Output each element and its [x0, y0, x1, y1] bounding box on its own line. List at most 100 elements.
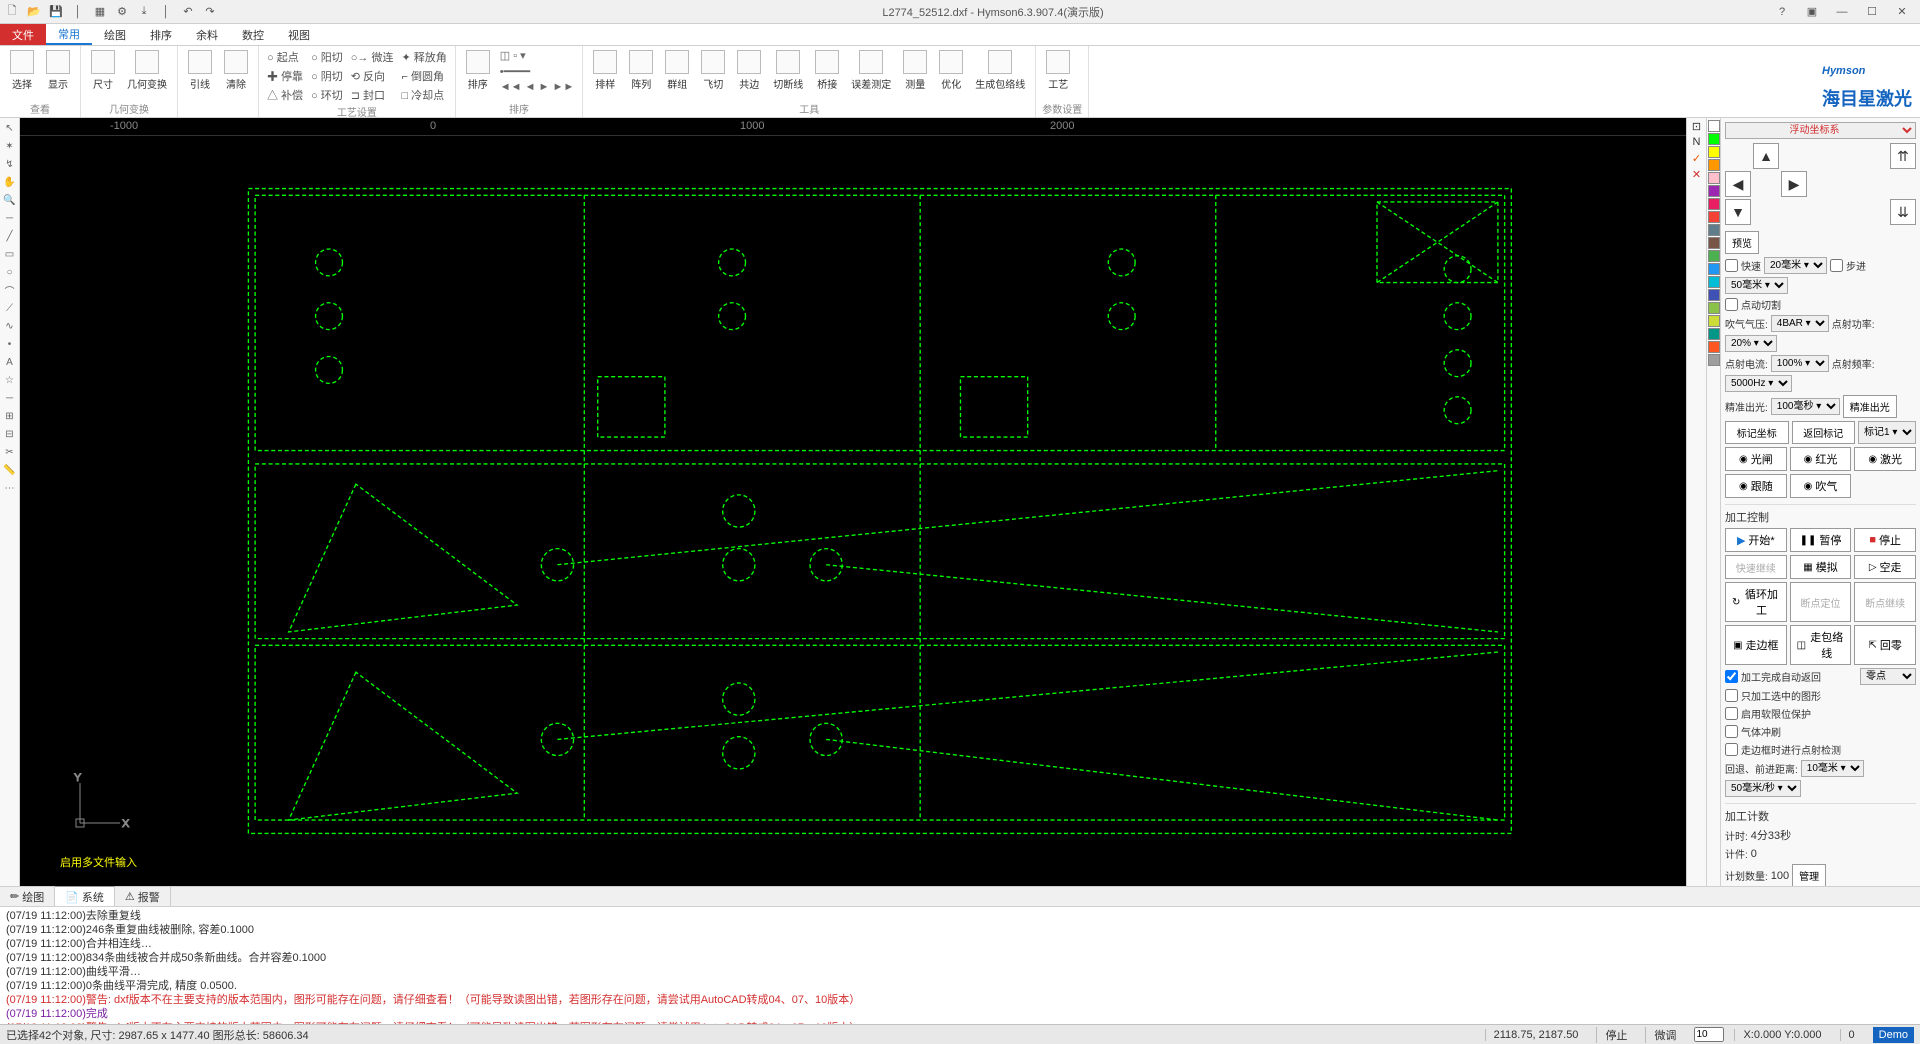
size-button[interactable]: 尺寸 [87, 48, 119, 93]
stop-button[interactable]: ✚ 停靠 [265, 67, 305, 85]
canvas[interactable]: YX 启用多文件输入 [20, 136, 1686, 886]
array-button[interactable]: 阵列 [625, 48, 657, 93]
layer-swatch-12[interactable] [1708, 276, 1720, 288]
new-icon[interactable]: 🗋 [4, 4, 20, 20]
tab-file[interactable]: 文件 [0, 24, 46, 45]
retreat-speed-select[interactable]: 50毫米/秒 ▾ [1725, 780, 1801, 797]
loop-button[interactable]: ↻ 循环加工 [1725, 582, 1787, 622]
redlight-button[interactable]: ◉ 红光 [1790, 447, 1852, 471]
simulate-button[interactable]: ▦ 模拟 [1790, 555, 1852, 579]
tab-common[interactable]: 常用 [46, 24, 92, 45]
coord-system-select[interactable]: 浮动坐标系 [1725, 122, 1916, 139]
layer-swatch-9[interactable] [1708, 237, 1720, 249]
cancel-icon[interactable]: ✕ [1690, 168, 1704, 182]
fly-button[interactable]: 飞切 [697, 48, 729, 93]
layer-swatch-16[interactable] [1708, 328, 1720, 340]
btab-alarm[interactable]: ⚠ 报警 [115, 887, 171, 907]
precemit-select[interactable]: 100毫秒 ▾ [1771, 398, 1840, 415]
start-button[interactable]: ▶ 开始* [1725, 528, 1787, 552]
pan-tool[interactable]: ✋ [2, 174, 18, 190]
bridge-button[interactable]: 桥接 [811, 48, 843, 93]
ungroup-tool[interactable]: ⊟ [2, 426, 18, 442]
layer-swatch-6[interactable] [1708, 198, 1720, 210]
dotfreq-select[interactable]: 5000Hz ▾ [1725, 375, 1792, 392]
measure-button[interactable]: 误差测定 [847, 48, 895, 93]
node-tool[interactable]: ✶ [2, 138, 18, 154]
seal-button[interactable]: ⊐ 封口 [349, 86, 396, 104]
fastcont-button[interactable]: 快速继续 [1725, 555, 1787, 579]
transform-button[interactable]: 几何变换 [123, 48, 171, 93]
layer-swatch-14[interactable] [1708, 302, 1720, 314]
slice-button[interactable]: 切断线 [769, 48, 807, 93]
ringcut-button[interactable]: ○ 环切 [309, 86, 345, 104]
softlimit-check[interactable] [1725, 707, 1738, 720]
wizard-icon[interactable]: ⚙ [114, 4, 130, 20]
text-tool[interactable]: A [2, 354, 18, 370]
jog-down-button[interactable]: ▼ [1725, 199, 1751, 225]
tab-cnc[interactable]: 数控 [230, 24, 276, 45]
fast-check[interactable] [1725, 259, 1738, 272]
sort-button[interactable]: 排序 [462, 48, 494, 93]
open-icon[interactable]: 📂 [26, 4, 42, 20]
layer-swatch-8[interactable] [1708, 224, 1720, 236]
check-icon[interactable]: ✓ [1690, 152, 1704, 166]
minimize-icon[interactable]: — [1828, 2, 1856, 22]
snap-icon[interactable]: ⊡ [1690, 120, 1704, 134]
order-tool[interactable]: ↯ [2, 156, 18, 172]
microjoint-button[interactable]: ○→ 微连 [349, 48, 396, 66]
jog-left-button[interactable]: ◀ [1725, 171, 1751, 197]
jog-right-button[interactable]: ▶ [1781, 171, 1807, 197]
autoback-check[interactable] [1725, 670, 1738, 683]
layer-swatch-5[interactable] [1708, 185, 1720, 197]
precemit-button[interactable]: 精准出光 [1843, 395, 1897, 418]
step-select[interactable]: 50毫米 ▾ [1725, 277, 1788, 294]
group-tool[interactable]: ⊞ [2, 408, 18, 424]
follow-button[interactable]: ◉ 跟随 [1725, 474, 1787, 498]
stop-button[interactable]: ■ 停止 [1854, 528, 1916, 552]
log-pane[interactable]: (07/19 11:12:00)去除重复线(07/19 11:12:00)246… [0, 906, 1920, 1024]
retreat-dist-select[interactable]: 10毫米 ▾ [1801, 760, 1864, 777]
jog-zdn-button[interactable]: ⇊ [1890, 199, 1916, 225]
maximize-icon[interactable]: ☐ [1858, 2, 1886, 22]
layer-swatch-13[interactable] [1708, 289, 1720, 301]
manage-button[interactable]: 管理 [1792, 864, 1826, 886]
undo-icon[interactable]: ↶ [180, 4, 196, 20]
redo-icon[interactable]: ↷ [202, 4, 218, 20]
btab-draw[interactable]: ✏ 绘图 [0, 887, 55, 907]
line-tool[interactable]: ╱ [2, 228, 18, 244]
sort-opts-icon[interactable]: ◫ ▫ ▾ [498, 48, 577, 63]
gasflush-check[interactable] [1725, 725, 1738, 738]
contourwalk-button[interactable]: ◫ 走包络线 [1790, 625, 1852, 665]
coedge-button[interactable]: 共边 [733, 48, 765, 93]
btab-system[interactable]: 📄 系统 [55, 886, 115, 907]
dotpower-select[interactable]: 20% ▾ [1725, 335, 1777, 352]
layer-swatch-0[interactable] [1708, 120, 1720, 132]
layer-swatch-15[interactable] [1708, 315, 1720, 327]
tab-view[interactable]: 视图 [276, 24, 322, 45]
blowpress-select[interactable]: 4BAR ▾ [1771, 315, 1829, 332]
dotcut-check[interactable] [1725, 298, 1738, 311]
comp-button[interactable]: △ 补偿 [265, 86, 305, 104]
bplocate-button[interactable]: 断点定位 [1790, 582, 1852, 622]
onlysel-check[interactable] [1725, 689, 1738, 702]
circle-tool[interactable]: ○ [2, 264, 18, 280]
layer-swatch-4[interactable] [1708, 172, 1720, 184]
tab-draw[interactable]: 绘图 [92, 24, 138, 45]
origin-select[interactable]: 零点 [1860, 668, 1916, 685]
explode-tool[interactable]: ✂ [2, 444, 18, 460]
grid-icon[interactable]: ▦ [92, 4, 108, 20]
jog-up-button[interactable]: ▲ [1753, 143, 1779, 169]
layer-swatch-11[interactable] [1708, 263, 1720, 275]
display-button[interactable]: 显示 [42, 48, 74, 93]
release-button[interactable]: ✦ 释放角 [399, 48, 448, 66]
help-icon[interactable]: ? [1768, 2, 1796, 22]
lead-button[interactable]: 引线 [184, 48, 216, 93]
sort-nav-icon[interactable]: ◄◄ ◄ ► ►► [498, 80, 577, 94]
laser-button[interactable]: ◉ 激光 [1854, 447, 1916, 471]
save-icon[interactable]: 💾 [48, 4, 64, 20]
layer-swatch-7[interactable] [1708, 211, 1720, 223]
endpoint-icon[interactable]: N [1690, 136, 1704, 150]
rect-tool[interactable]: ▭ [2, 246, 18, 262]
jog-zup-button[interactable]: ⇈ [1890, 143, 1916, 169]
step-check[interactable] [1830, 259, 1843, 272]
